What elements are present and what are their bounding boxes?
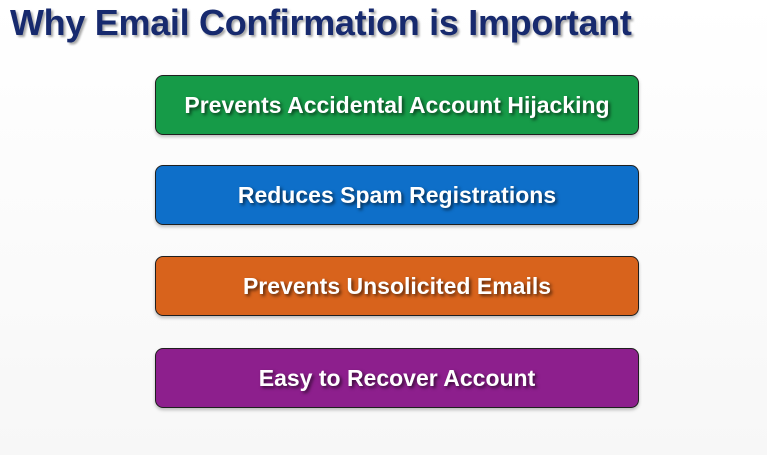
benefit-box-recover-account: Easy to Recover Account xyxy=(155,348,639,408)
benefit-box-account-hijacking: Prevents Accidental Account Hijacking xyxy=(155,75,639,135)
benefit-box-label: Easy to Recover Account xyxy=(258,364,536,391)
benefit-box-spam-registrations: Reduces Spam Registrations xyxy=(155,165,639,225)
slide: Why Email Confirmation is Important Prev… xyxy=(0,0,767,455)
slide-title: Why Email Confirmation is Important xyxy=(10,2,632,43)
benefit-box-unsolicited-emails: Prevents Unsolicited Emails xyxy=(155,256,639,316)
benefit-box-label: Prevents Accidental Account Hijacking xyxy=(184,91,610,118)
benefit-box-label: Prevents Unsolicited Emails xyxy=(242,272,552,299)
benefit-box-label: Reduces Spam Registrations xyxy=(237,181,557,208)
